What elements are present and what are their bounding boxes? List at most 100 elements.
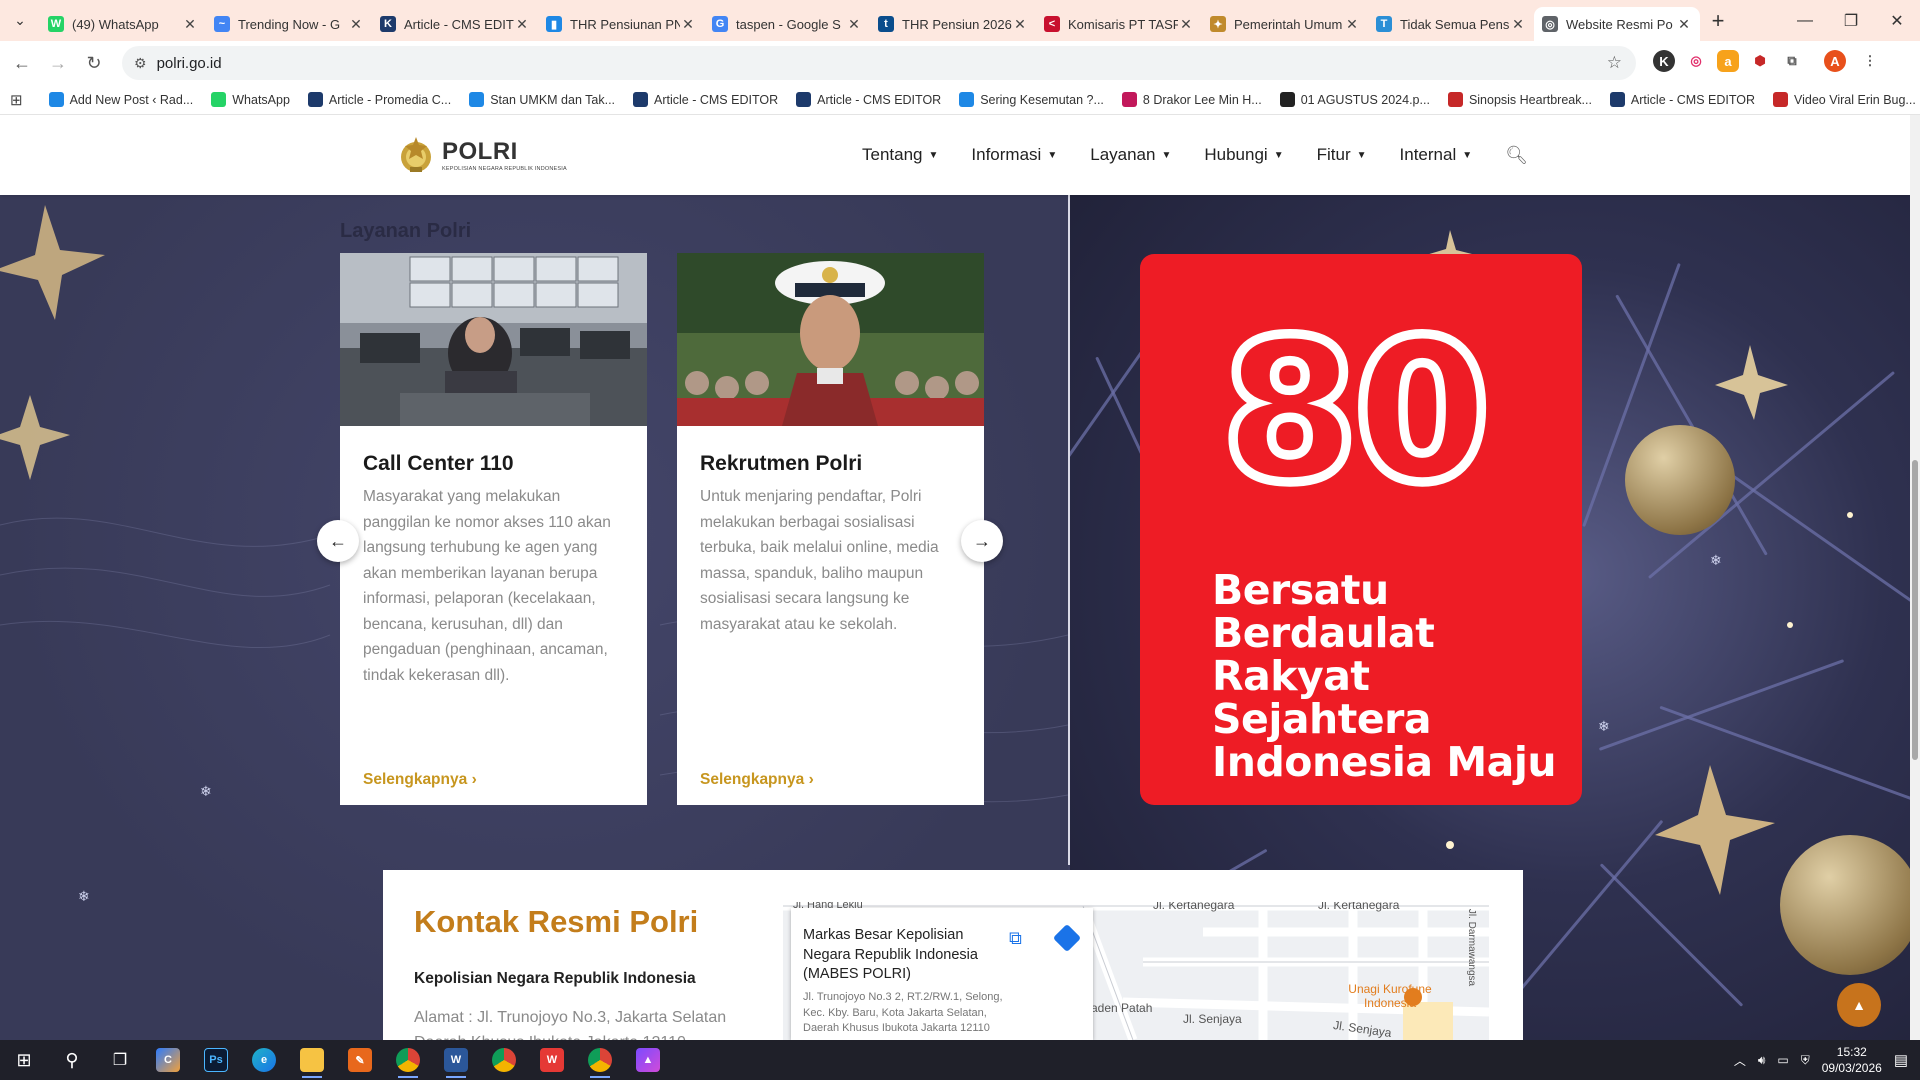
tab-close-icon[interactable]: ✕ <box>1344 16 1360 33</box>
browser-tab[interactable]: t THR Pensiun 2026 ✕ <box>870 7 1036 41</box>
profile-avatar[interactable]: A <box>1824 50 1846 72</box>
task-view-button[interactable]: ❐ <box>96 1040 144 1080</box>
menu-layanan[interactable]: Layanan ▼ <box>1090 145 1171 165</box>
chevron-down-icon: ▼ <box>1273 149 1284 161</box>
edge-app[interactable]: e <box>240 1040 288 1080</box>
battery-icon[interactable]: ▭ <box>1777 1053 1788 1067</box>
tab-close-icon[interactable]: ✕ <box>1510 16 1526 33</box>
bookmark-item[interactable]: Article - CMS EDITOR <box>633 92 778 107</box>
start-button[interactable]: ⊞ <box>0 1040 48 1080</box>
notifications-icon[interactable]: ▤ <box>1894 1051 1908 1069</box>
tab-close-icon[interactable]: ✕ <box>1178 16 1194 33</box>
directions-icon[interactable] <box>1052 923 1082 953</box>
page-scrollbar[interactable] <box>1910 115 1920 1040</box>
menu-internal[interactable]: Internal ▼ <box>1400 145 1473 165</box>
extension-instagram-icon[interactable]: ◎ <box>1682 47 1710 75</box>
copilot-app[interactable]: C <box>144 1040 192 1080</box>
menu-fitur[interactable]: Fitur ▼ <box>1317 145 1367 165</box>
tab-strip: ⌄ W (49) WhatsApp ✕ ~ Trending Now - G ✕ K Arti… <box>0 0 1920 41</box>
back-to-top-button[interactable]: ▲ <box>1837 983 1881 1027</box>
carousel-prev-arrow-icon[interactable]: ← <box>317 520 359 562</box>
chrome-app[interactable] <box>384 1040 432 1080</box>
bookmark-item[interactable]: 8 Drakor Lee Min H... <box>1121 92 1262 107</box>
url-text[interactable]: polri.go.id <box>157 55 222 72</box>
close-window-icon[interactable]: ✕ <box>1874 11 1920 31</box>
carousel-next-arrow-icon[interactable]: → <box>961 520 1003 562</box>
menu-informasi[interactable]: Informasi ▼ <box>971 145 1057 165</box>
imaging-app[interactable]: ▲ <box>624 1040 672 1080</box>
extension-k-icon[interactable]: K <box>1653 50 1675 72</box>
snowflake-icon: ❄ <box>78 888 90 904</box>
tab-search-button[interactable]: ⌄ <box>0 0 40 41</box>
menu-hubungi[interactable]: Hubungi ▼ <box>1204 145 1283 165</box>
tab-favicon-icon: ◎ <box>1542 16 1558 32</box>
shield-icon[interactable]: ⛨ <box>1801 1053 1810 1068</box>
bookmark-item[interactable]: Article - CMS EDITOR <box>796 92 941 107</box>
wps-app[interactable]: W <box>528 1040 576 1080</box>
gold-star <box>0 395 70 480</box>
browser-tab[interactable]: Gtaspen - Google S ✕ <box>704 7 870 41</box>
extensions-puzzle-icon[interactable]: ⧉ <box>1778 47 1806 75</box>
tab-close-icon[interactable]: ✕ <box>514 16 530 33</box>
chrome-app-2[interactable] <box>480 1040 528 1080</box>
browser-tab[interactable]: < Komisaris PT TASP ✕ <box>1036 7 1202 41</box>
volume-icon[interactable]: 🔊︎ <box>1758 1053 1766 1068</box>
browser-tab[interactable]: ✦ Pemerintah Umum ✕ <box>1202 7 1368 41</box>
scrollbar-thumb[interactable] <box>1912 460 1918 760</box>
polri-logo[interactable]: POLRI KEPOLISIAN NEGARA REPUBLIK INDONES… <box>396 135 567 175</box>
address-bar[interactable]: ⚙ polri.go.id ☆ <box>122 46 1636 80</box>
tab-close-icon[interactable]: ✕ <box>348 16 364 33</box>
map-poi-label: Unagi Kurofune Indonesia <box>1348 982 1432 1010</box>
search-icon[interactable]: 🔍︎ <box>1505 145 1528 166</box>
apps-grid-icon[interactable]: ⊞ <box>10 91 23 109</box>
bookmark-item[interactable]: Add New Post ‹ Rad... <box>48 92 193 107</box>
forward-icon[interactable]: → <box>40 45 76 81</box>
minimize-icon[interactable]: — <box>1782 12 1828 30</box>
browser-tab[interactable]: ◎ Website Resmi Po ✕ <box>1534 7 1700 41</box>
system-tray: ︿ 🔊︎ ▭ ⛨ 15:32 09/03/2026 ▤ <box>1734 1040 1908 1080</box>
section-title: Layanan Polri <box>340 220 472 242</box>
bookmark-star-icon[interactable]: ☆ <box>1607 53 1622 73</box>
bookmark-favicon-icon <box>469 92 485 107</box>
extension-a-icon[interactable]: a <box>1717 50 1739 72</box>
new-tab-button[interactable]: + <box>1700 8 1736 34</box>
tab-close-icon[interactable]: ✕ <box>182 16 198 33</box>
reload-icon[interactable]: ↻ <box>76 45 112 81</box>
embedded-map[interactable]: Jl. Hang Lekiu Jl. Kertanegara Jl. Kerta… <box>783 902 1489 1040</box>
word-app[interactable]: W <box>432 1040 480 1080</box>
menu-kebab-icon[interactable]: ⋮ <box>1856 47 1884 75</box>
bookmark-item[interactable]: Stan UMKM dan Tak... <box>469 92 615 107</box>
clock[interactable]: 15:32 09/03/2026 <box>1822 1044 1882 1076</box>
photoshop-app[interactable]: Ps <box>192 1040 240 1080</box>
bookmark-item[interactable]: Sinopsis Heartbreak... <box>1447 92 1592 107</box>
chrome-app-3[interactable] <box>576 1040 624 1080</box>
search-taskbar-button[interactable]: ⚲ <box>48 1040 96 1080</box>
browser-tab[interactable]: ~ Trending Now - G ✕ <box>206 7 372 41</box>
tab-close-icon[interactable]: ✕ <box>1012 16 1028 33</box>
bookmark-item[interactable]: WhatsApp <box>211 92 290 107</box>
open-in-maps-icon[interactable]: ⧉ <box>1009 928 1022 949</box>
browser-tab[interactable]: T Tidak Semua Pens ✕ <box>1368 7 1534 41</box>
restore-icon[interactable]: ❐ <box>1828 11 1874 31</box>
bookmark-item[interactable]: Article - CMS EDITOR <box>1609 92 1755 107</box>
anniversary-banner[interactable]: 80 80 80 Bersatu Berdaulat Rakyat Sejaht… <box>1140 254 1582 805</box>
bookmark-item[interactable]: Video Viral Erin Bug... <box>1773 92 1916 107</box>
bookmark-item[interactable]: Article - Promedia C... <box>307 92 451 107</box>
menu-tentang[interactable]: Tentang ▼ <box>862 145 938 165</box>
back-icon[interactable]: ← <box>4 45 40 81</box>
extension-red-icon[interactable]: ⬢ <box>1746 47 1774 75</box>
browser-tab[interactable]: K Article - CMS EDIT ✕ <box>372 7 538 41</box>
read-more-link[interactable]: Selengkapnya › <box>363 771 477 789</box>
chevron-up-icon[interactable]: ︿ <box>1734 1052 1746 1069</box>
bookmark-item[interactable]: 01 AGUSTUS 2024.p... <box>1279 92 1430 107</box>
tab-close-icon[interactable]: ✕ <box>1676 16 1692 33</box>
site-info-icon[interactable]: ⚙ <box>134 55 147 72</box>
browser-tab[interactable]: ▮ THR Pensiunan PN ✕ <box>538 7 704 41</box>
tab-close-icon[interactable]: ✕ <box>680 16 696 33</box>
bookmark-item[interactable]: Sering Kesemutan ?... <box>959 92 1104 107</box>
file-explorer-app[interactable] <box>288 1040 336 1080</box>
read-more-link[interactable]: Selengkapnya › <box>700 771 814 789</box>
paint-app[interactable]: ✎ <box>336 1040 384 1080</box>
browser-tab[interactable]: W (49) WhatsApp ✕ <box>40 7 206 41</box>
tab-close-icon[interactable]: ✕ <box>846 16 862 33</box>
